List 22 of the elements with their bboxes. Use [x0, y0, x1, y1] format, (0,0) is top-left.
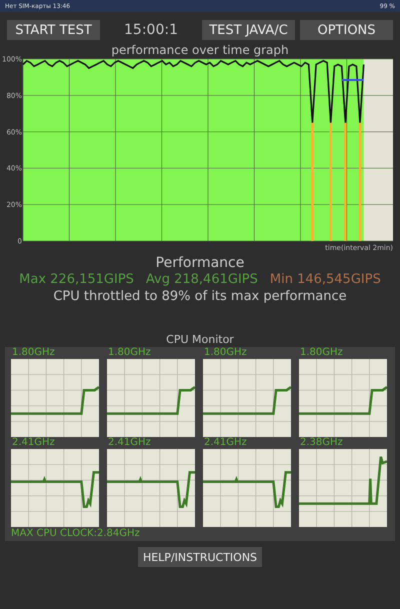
max-cpu-clock: MAX CPU CLOCK:2.84GHz	[11, 527, 141, 540]
help-button[interactable]: HELP/INSTRUCTIONS	[138, 547, 262, 567]
options-button[interactable]: OPTIONS	[300, 20, 393, 40]
throttle-text: CPU throttled to 89% of its max performance	[52, 288, 348, 305]
performance-title: Performance	[154, 255, 246, 272]
core-frequency: 2.41GHz	[11, 437, 55, 449]
core-frequency: 2.41GHz	[107, 437, 151, 449]
core-frequency: 1.80GHz	[107, 347, 151, 359]
test-java-button[interactable]: TEST JAVA/C	[202, 20, 295, 40]
avg-score: Avg 218,461GIPS	[146, 272, 258, 288]
min-score: Min 146,545GIPS	[270, 272, 381, 288]
throttle-level-line	[342, 79, 364, 81]
core-frequency: 2.41GHz	[203, 437, 247, 449]
core-frequency: 1.80GHz	[203, 347, 247, 359]
start-test-button[interactable]: START TEST	[7, 20, 100, 40]
core-frequency: 1.80GHz	[11, 347, 55, 359]
core-frequency: 2.38GHz	[299, 437, 343, 449]
max-score: Max 226,151GIPS	[19, 272, 134, 288]
core-frequency: 1.80GHz	[299, 347, 343, 359]
cpu-monitor-title: CPU Monitor	[165, 333, 235, 347]
timer: 15:00:1	[123, 22, 179, 38]
graph-title: performance over time graph	[110, 43, 290, 57]
